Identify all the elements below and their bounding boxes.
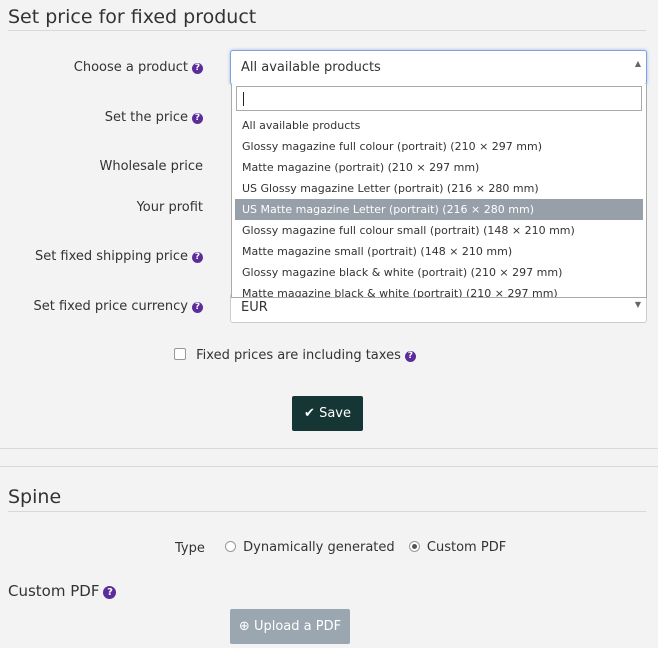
dropdown-search-input[interactable] [236, 86, 642, 111]
radio-dynamic[interactable] [225, 541, 236, 552]
dropdown-option[interactable]: Glossy magazine full colour (portrait) (… [235, 136, 643, 157]
radio-custom-pdf[interactable] [408, 541, 420, 552]
dropdown-options-list: All available products Glossy magazine f… [235, 115, 643, 297]
currency-label: Set fixed price currency? [7, 299, 203, 314]
help-icon[interactable]: ? [404, 351, 416, 362]
help-icon[interactable]: ? [192, 113, 203, 124]
dropdown-option[interactable]: Matte magazine small (portrait) (148 × 2… [235, 241, 643, 262]
divider [0, 466, 658, 467]
chevron-down-icon: ▼ [634, 300, 641, 309]
currency-value: EUR [241, 300, 268, 315]
radio-dynamic-label: Dynamically generated [243, 540, 395, 555]
help-icon[interactable]: ? [103, 586, 117, 599]
taxes-label: Fixed prices are including taxes [196, 348, 401, 363]
upload-icon: ⊕ [238, 619, 250, 634]
spine-type-label: Type [175, 541, 205, 556]
help-icon[interactable]: ? [192, 302, 203, 313]
save-button[interactable]: ✔ Save [292, 396, 363, 431]
shipping-price-label: Set fixed shipping price? [7, 249, 203, 264]
dropdown-option[interactable]: Glossy magazine full colour small (portr… [235, 220, 643, 241]
dropdown-option[interactable]: Matte magazine black & white (portrait) … [235, 283, 643, 297]
custom-pdf-title: Custom PDF? [8, 582, 117, 600]
dropdown-option[interactable]: Matte magazine (portrait) (210 × 297 mm) [235, 157, 643, 178]
product-select[interactable]: All available products ▲ [230, 50, 647, 85]
taxes-checkbox[interactable] [174, 348, 186, 360]
check-icon: ✔ [304, 406, 315, 421]
divider [0, 448, 658, 449]
set-price-label: Set the price? [7, 110, 203, 125]
divider [8, 30, 646, 31]
dropdown-option-highlighted[interactable]: US Matte magazine Letter (portrait) (216… [235, 199, 643, 220]
dropdown-option[interactable]: All available products [235, 115, 643, 136]
help-icon[interactable]: ? [192, 63, 203, 74]
product-select-value: All available products [241, 60, 381, 75]
text-cursor [243, 92, 244, 106]
help-icon[interactable]: ? [192, 252, 203, 263]
spine-type-options: Dynamically generated Custom PDF [225, 540, 506, 555]
section-title-spine: Spine [8, 486, 62, 508]
divider [8, 511, 646, 512]
choose-product-label: Choose a product? [7, 60, 203, 75]
taxes-checkbox-row: Fixed prices are including taxes? [174, 348, 416, 363]
dropdown-option[interactable]: Glossy magazine black & white (portrait)… [235, 262, 643, 283]
upload-pdf-button[interactable]: ⊕ Upload a PDF [230, 609, 350, 644]
your-profit-label: Your profit [136, 200, 203, 215]
product-dropdown: All available products Glossy magazine f… [231, 84, 647, 298]
radio-custom-label: Custom PDF [426, 540, 507, 555]
section-title-price: Set price for fixed product [8, 6, 257, 28]
wholesale-price-label: Wholesale price [99, 159, 204, 174]
dropdown-option[interactable]: US Glossy magazine Letter (portrait) (21… [235, 178, 643, 199]
chevron-up-icon: ▲ [634, 59, 641, 68]
